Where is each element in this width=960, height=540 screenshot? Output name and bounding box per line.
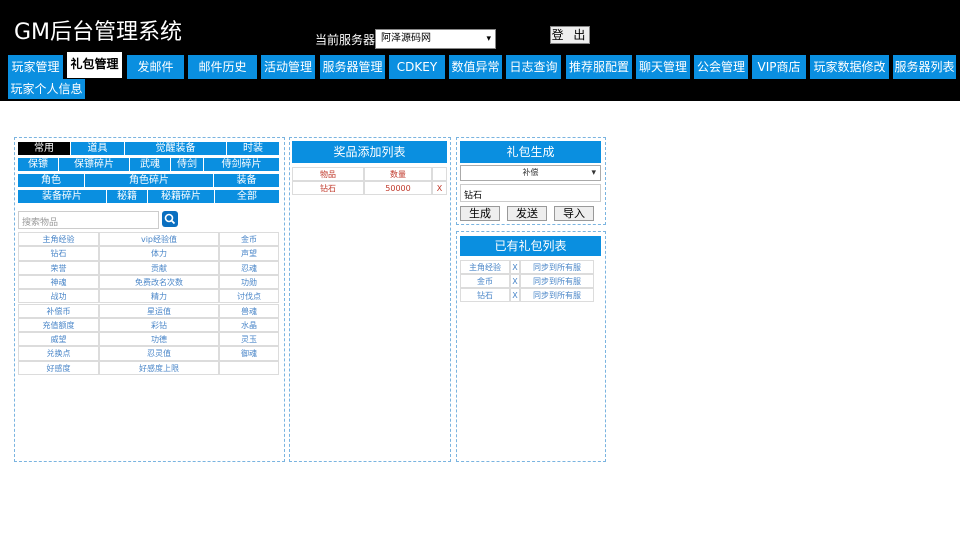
category-common[interactable]: 常用: [18, 142, 70, 155]
reward-header-blank: [432, 167, 447, 181]
item-cell[interactable]: 神魂: [18, 274, 99, 290]
item-cell[interactable]: 忍灵值: [99, 346, 219, 361]
tab-chat-manage[interactable]: 聊天管理: [636, 55, 690, 79]
tab-server-manage[interactable]: 服务器管理: [320, 55, 385, 79]
gift-row-remove[interactable]: X: [510, 260, 520, 274]
gift-type-select[interactable]: 补偿 ▾: [460, 165, 601, 181]
send-button[interactable]: 发送: [507, 206, 547, 221]
item-cell[interactable]: vip经验值: [99, 232, 219, 247]
category-role[interactable]: 角色: [18, 174, 84, 187]
category-bodyguard[interactable]: 保镖: [18, 158, 58, 171]
category-manual[interactable]: 秘籍: [107, 190, 147, 203]
search-button[interactable]: [162, 211, 178, 227]
reward-row-qty: 50000: [364, 181, 432, 195]
item-cell[interactable]: 贡献: [99, 260, 219, 275]
gift-row-name: 钻石: [460, 288, 510, 302]
gift-row-remove[interactable]: X: [510, 274, 520, 288]
category-equipment[interactable]: 装备: [214, 174, 279, 187]
category-bodyguard-shards[interactable]: 保镖碎片: [59, 158, 129, 171]
tab-recommend-server[interactable]: 推荐服配置: [566, 55, 632, 79]
gift-item-input[interactable]: 钻石: [460, 184, 601, 202]
app-title: GM后台管理系统: [14, 20, 183, 45]
tab-guild-manage[interactable]: 公会管理: [694, 55, 748, 79]
gift-row-name: 金币: [460, 274, 510, 288]
reward-row-remove[interactable]: X: [432, 181, 447, 195]
item-cell[interactable]: 功德: [99, 332, 219, 347]
tab-player-info[interactable]: 玩家个人信息: [8, 79, 85, 99]
gift-row-sync[interactable]: 同步到所有服: [520, 260, 594, 274]
item-cell[interactable]: 充值额度: [18, 317, 99, 333]
import-button[interactable]: 导入: [554, 206, 594, 221]
item-cell[interactable]: 讨伐点: [219, 289, 279, 304]
gift-row-name: 主角经验: [460, 260, 510, 274]
item-cell[interactable]: 忍魂: [219, 260, 279, 275]
reward-list-title: 奖品添加列表: [292, 141, 447, 163]
tab-value-anomaly[interactable]: 数值异常: [449, 55, 502, 79]
tab-mail-history[interactable]: 邮件历史: [188, 55, 257, 79]
category-role-shards[interactable]: 角色碎片: [85, 174, 213, 187]
tab-player-data-edit[interactable]: 玩家数据修改: [810, 55, 889, 79]
tab-player-manage[interactable]: 玩家管理: [8, 55, 63, 79]
item-cell[interactable]: 好感度上限: [99, 360, 219, 375]
gift-list-title: 已有礼包列表: [460, 236, 601, 256]
chevron-down-icon: ▾: [591, 168, 596, 178]
item-search-input[interactable]: 搜索物品: [18, 211, 159, 229]
tab-gift-manage[interactable]: 礼包管理: [67, 52, 122, 78]
item-cell[interactable]: 主角经验: [18, 232, 99, 247]
category-sword-servant[interactable]: 侍剑: [171, 158, 203, 171]
tab-send-mail[interactable]: 发邮件: [127, 55, 184, 79]
item-cell[interactable]: 战功: [18, 289, 99, 304]
reward-row-item: 钻石: [292, 181, 364, 195]
tab-cdkey[interactable]: CDKEY: [389, 55, 445, 79]
item-cell[interactable]: 声望: [219, 246, 279, 261]
item-cell[interactable]: 威望: [18, 332, 99, 347]
gift-row-remove[interactable]: X: [510, 288, 520, 302]
category-manual-shards[interactable]: 秘籍碎片: [148, 190, 214, 203]
tab-server-list[interactable]: 服务器列表: [893, 55, 956, 79]
item-cell[interactable]: 功勋: [219, 274, 279, 290]
header-bar: GM后台管理系统 当前服务器: 阿泽源码网 ▾ 登 出 玩家管理 礼包管理 发邮…: [0, 0, 960, 101]
item-cell[interactable]: 荣誉: [18, 260, 99, 275]
item-cell[interactable]: 补偿币: [18, 303, 99, 318]
item-cell[interactable]: 好感度: [18, 360, 99, 375]
logout-button[interactable]: 登 出: [550, 26, 590, 44]
item-cell[interactable]: 免费改名次数: [99, 274, 219, 290]
category-all[interactable]: 全部: [215, 190, 279, 203]
category-props[interactable]: 道具: [71, 142, 124, 155]
tab-activity[interactable]: 活动管理: [261, 55, 315, 79]
gift-generate-title: 礼包生成: [460, 141, 601, 163]
tab-vip-shop[interactable]: VIP商店: [752, 55, 806, 79]
server-select-value: 阿泽源码网: [381, 33, 431, 44]
category-equip-shards[interactable]: 装备碎片: [18, 190, 106, 203]
category-fashion[interactable]: 时装: [227, 142, 279, 155]
item-cell[interactable]: 精力: [99, 289, 219, 304]
item-cell[interactable]: 水晶: [219, 317, 279, 333]
chevron-down-icon: ▾: [486, 34, 491, 44]
category-awaken-equip[interactable]: 觉醒装备: [125, 142, 226, 155]
item-cell[interactable]: 兑换点: [18, 346, 99, 361]
item-cell[interactable]: [219, 360, 279, 375]
item-cell[interactable]: 星运值: [99, 303, 219, 318]
generate-button[interactable]: 生成: [460, 206, 500, 221]
item-cell[interactable]: 御魂: [219, 346, 279, 361]
item-cell[interactable]: 体力: [99, 246, 219, 261]
item-cell[interactable]: 钻石: [18, 246, 99, 261]
reward-header-qty: 数量: [364, 167, 432, 181]
reward-header-item: 物品: [292, 167, 364, 181]
item-cell[interactable]: 彩钻: [99, 317, 219, 333]
category-sword-servant-shards[interactable]: 侍剑碎片: [204, 158, 279, 171]
gift-type-value: 补偿: [522, 168, 539, 177]
category-martial-soul[interactable]: 武魂: [130, 158, 170, 171]
gift-row-sync[interactable]: 同步到所有服: [520, 274, 594, 288]
server-label: 当前服务器:: [315, 33, 380, 47]
item-cell[interactable]: 灵玉: [219, 332, 279, 347]
item-cell[interactable]: 兽魂: [219, 303, 279, 318]
search-icon: [164, 213, 176, 225]
item-cell[interactable]: 金币: [219, 232, 279, 247]
tab-log-query[interactable]: 日志查询: [506, 55, 561, 79]
server-select[interactable]: 阿泽源码网 ▾: [375, 29, 496, 49]
gift-row-sync[interactable]: 同步到所有服: [520, 288, 594, 302]
